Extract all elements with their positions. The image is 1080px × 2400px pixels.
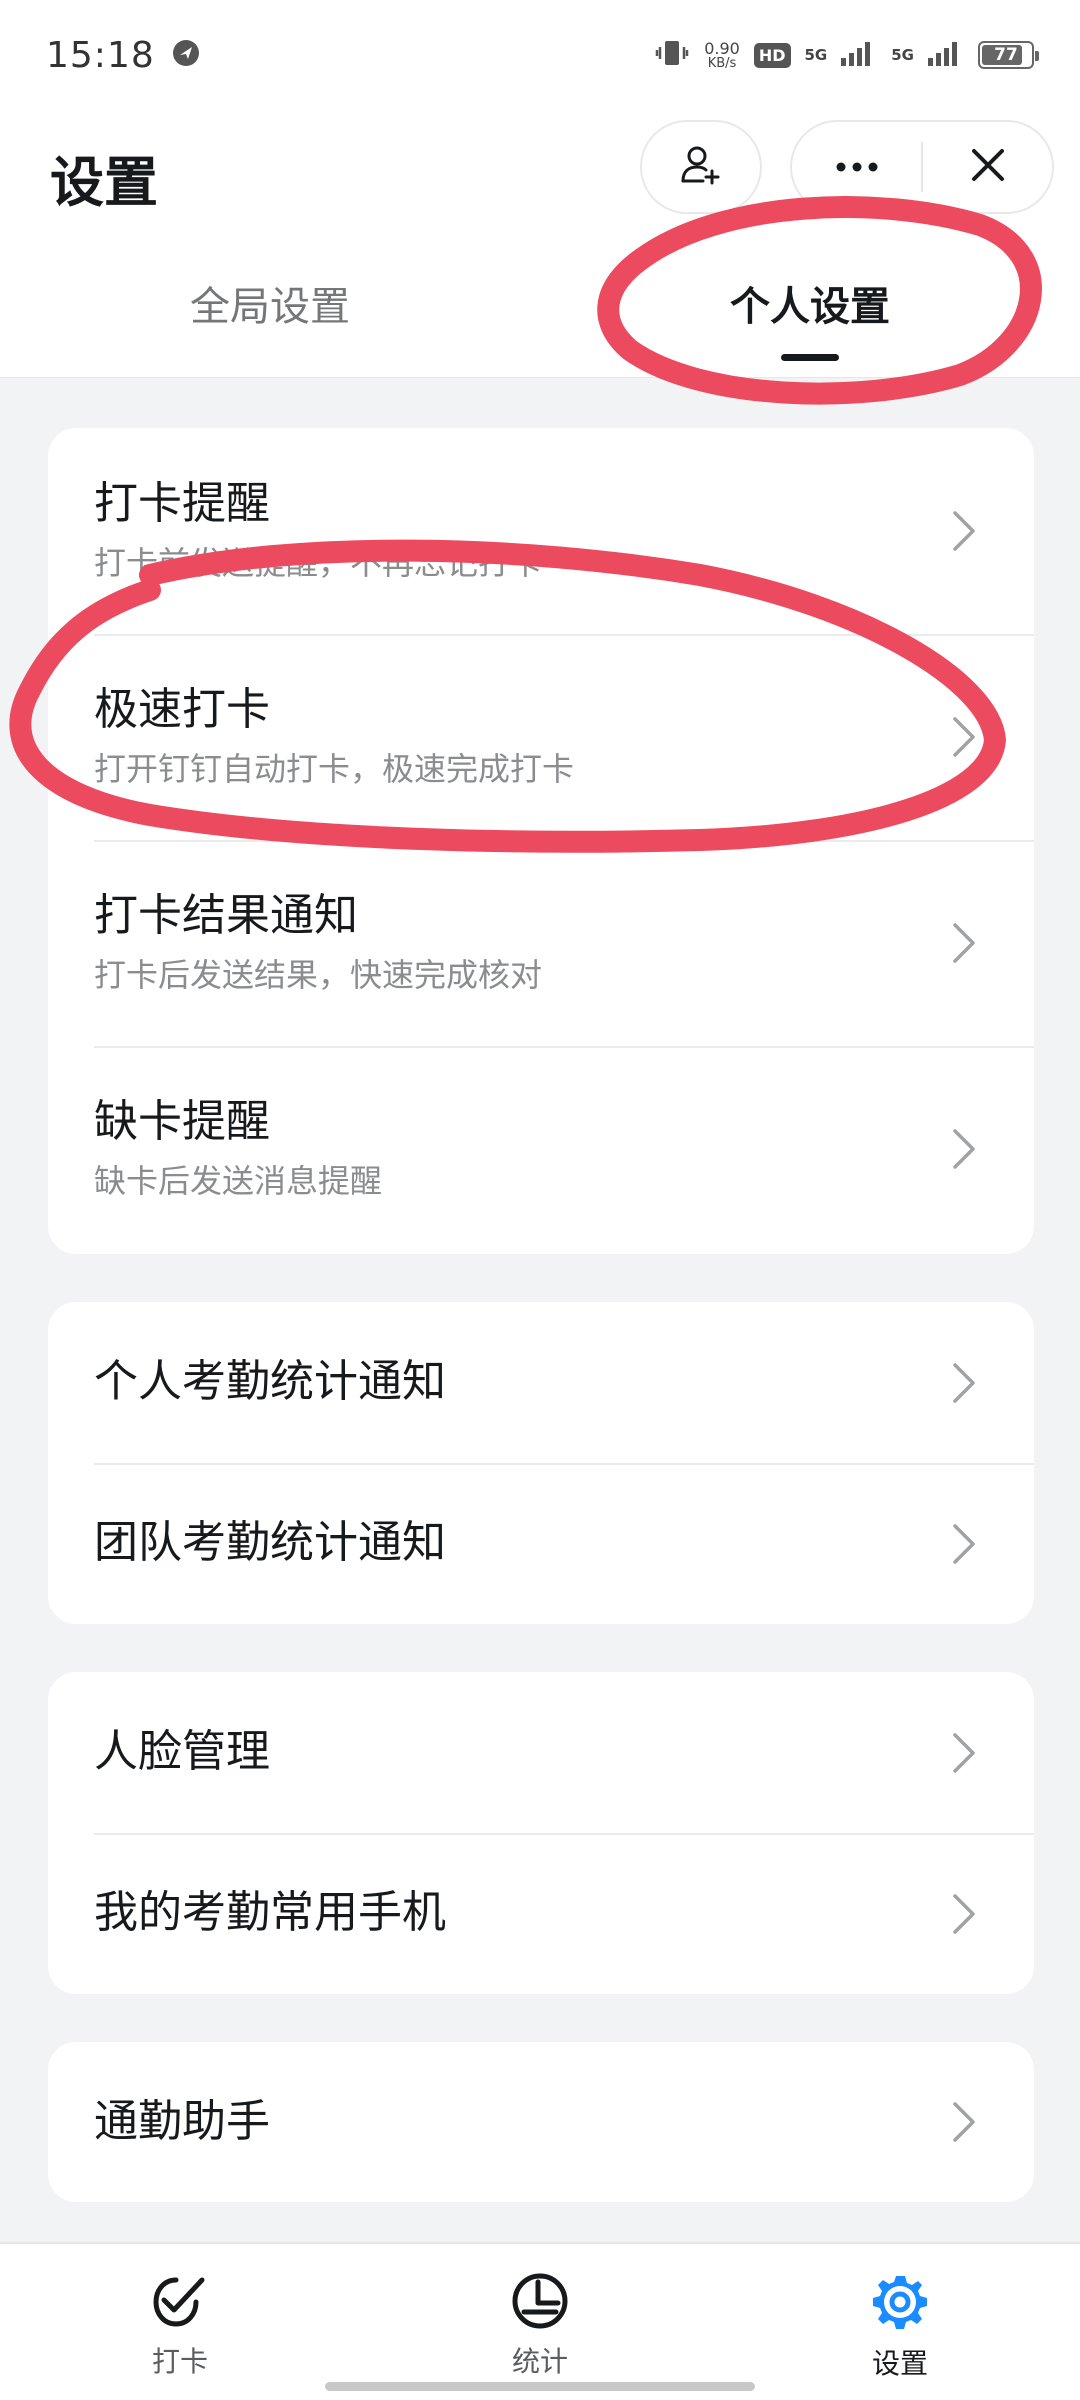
- status-time: 15:18: [46, 34, 155, 76]
- row-text: 通勤助手: [94, 2096, 934, 2149]
- add-user-button[interactable]: [640, 120, 762, 214]
- settings-group-devices: 人脸管理 我的考勤常用手机: [48, 1672, 1034, 1994]
- list-item-team-stats-notice[interactable]: 团队考勤统计通知: [48, 1463, 1034, 1624]
- bottom-nav: 打卡 统计 设置: [0, 2242, 1080, 2400]
- chevron-right-icon: [934, 501, 994, 561]
- signal-icon: [841, 40, 877, 70]
- check-icon: [150, 2272, 210, 2334]
- list-item-checkin-result-notice[interactable]: 打卡结果通知 打卡后发送结果，快速完成核对: [48, 840, 1034, 1046]
- tab-global-settings[interactable]: 全局设置: [0, 260, 540, 376]
- tab-label: 全局设置: [190, 284, 350, 330]
- chevron-right-icon: [934, 1353, 994, 1413]
- hd-badge: HD: [753, 42, 791, 68]
- settings-group-commute: 通勤助手: [48, 2042, 1034, 2202]
- vibrate-icon: [654, 38, 690, 72]
- location-icon: [171, 38, 201, 72]
- nav-label: 设置: [871, 2347, 928, 2380]
- row-text: 人脸管理: [94, 1726, 934, 1779]
- list-item-missed-checkin-reminder[interactable]: 缺卡提醒 缺卡后发送消息提醒: [48, 1046, 1034, 1252]
- chevron-right-icon: [934, 1119, 994, 1179]
- more-button[interactable]: [792, 122, 921, 212]
- settings-group-reminders: 打卡提醒 打卡前发送提醒，不再忘记打卡 极速打卡 打开钉钉自动打卡，极速完成打卡…: [48, 428, 1034, 1254]
- row-title: 缺卡提醒: [94, 1095, 270, 1147]
- row-title: 我的考勤常用手机: [94, 1887, 446, 1939]
- row-subtitle: 缺卡后发送消息提醒: [94, 1162, 383, 1201]
- list-item-checkin-reminder[interactable]: 打卡提醒 打卡前发送提醒，不再忘记打卡: [48, 428, 1034, 634]
- page-title: 设置: [50, 151, 158, 214]
- row-title: 个人考勤统计通知: [94, 1356, 446, 1408]
- list-item-common-phone[interactable]: 我的考勤常用手机: [48, 1833, 1034, 1994]
- status-bar: 15:18 0.90 KB/s HD 5G 5G 77: [0, 0, 1080, 110]
- settings-group-statistics: 个人考勤统计通知 团队考勤统计通知: [48, 1302, 1034, 1624]
- net-speed-value: 0.90: [704, 38, 740, 58]
- row-text: 团队考勤统计通知: [94, 1517, 934, 1570]
- close-icon: [970, 147, 1006, 187]
- chevron-right-icon: [934, 1514, 994, 1574]
- list-item-personal-stats-notice[interactable]: 个人考勤统计通知: [48, 1302, 1034, 1463]
- nav-item-statistics[interactable]: 统计: [360, 2244, 720, 2400]
- chevron-right-icon: [934, 1723, 994, 1783]
- row-subtitle: 打卡前发送提醒，不再忘记打卡: [94, 544, 543, 583]
- gear-icon: [870, 2272, 930, 2336]
- chevron-right-icon: [934, 1884, 994, 1944]
- status-right: 0.90 KB/s HD 5G 5G 77: [654, 38, 1039, 72]
- tab-personal-settings[interactable]: 个人设置: [540, 260, 1080, 376]
- row-text: 个人考勤统计通知: [94, 1356, 934, 1409]
- add-user-icon: [679, 143, 723, 191]
- row-title: 人脸管理: [94, 1726, 270, 1778]
- more-icon: [835, 158, 879, 177]
- close-button[interactable]: [923, 122, 1052, 212]
- row-title: 极速打卡: [94, 683, 270, 735]
- chevron-right-icon: [934, 913, 994, 973]
- tab-label: 个人设置: [730, 284, 890, 330]
- row-text: 打卡结果通知 打卡后发送结果，快速完成核对: [94, 890, 934, 997]
- stats-icon: [510, 2272, 570, 2334]
- nav-item-checkin[interactable]: 打卡: [0, 2244, 360, 2400]
- row-subtitle: 打卡后发送结果，快速完成核对: [94, 956, 543, 995]
- list-item-commute-assistant[interactable]: 通勤助手: [48, 2042, 1034, 2202]
- battery-level: 77: [994, 45, 1018, 65]
- chevron-right-icon: [934, 707, 994, 767]
- header: 设置 全局设置 个人设置: [0, 110, 1080, 378]
- nav-item-settings[interactable]: 设置: [720, 2244, 1080, 2400]
- row-title: 打卡结果通知: [94, 889, 358, 941]
- home-indicator: [325, 2382, 755, 2391]
- nav-label: 统计: [511, 2345, 568, 2378]
- chevron-right-icon: [934, 2092, 994, 2152]
- row-title: 通勤助手: [94, 2095, 270, 2147]
- sim2-label: 5G: [891, 46, 914, 64]
- sim1-label: 5G: [804, 46, 828, 64]
- row-subtitle: 打开钉钉自动打卡，极速完成打卡: [94, 750, 575, 789]
- window-capsule: [790, 120, 1054, 214]
- list-item-face-management[interactable]: 人脸管理: [48, 1672, 1034, 1833]
- status-left: 15:18: [46, 35, 201, 76]
- list-item-fast-checkin[interactable]: 极速打卡 打开钉钉自动打卡，极速完成打卡: [48, 634, 1034, 840]
- net-speed-unit: KB/s: [707, 55, 737, 71]
- row-text: 我的考勤常用手机: [94, 1887, 934, 1940]
- tab-bar: 全局设置 个人设置: [0, 260, 1080, 376]
- row-text: 打卡提醒 打卡前发送提醒，不再忘记打卡: [94, 478, 934, 585]
- row-text: 极速打卡 打开钉钉自动打卡，极速完成打卡: [94, 684, 934, 791]
- battery-indicator: 77: [978, 41, 1039, 69]
- signal-icon: [928, 40, 964, 70]
- net-speed: 0.90 KB/s: [704, 38, 740, 71]
- row-text: 缺卡提醒 缺卡后发送消息提醒: [94, 1096, 934, 1203]
- row-title: 打卡提醒: [94, 477, 270, 529]
- row-title: 团队考勤统计通知: [94, 1517, 446, 1569]
- tab-active-indicator: [781, 354, 839, 361]
- nav-label: 打卡: [151, 2345, 208, 2378]
